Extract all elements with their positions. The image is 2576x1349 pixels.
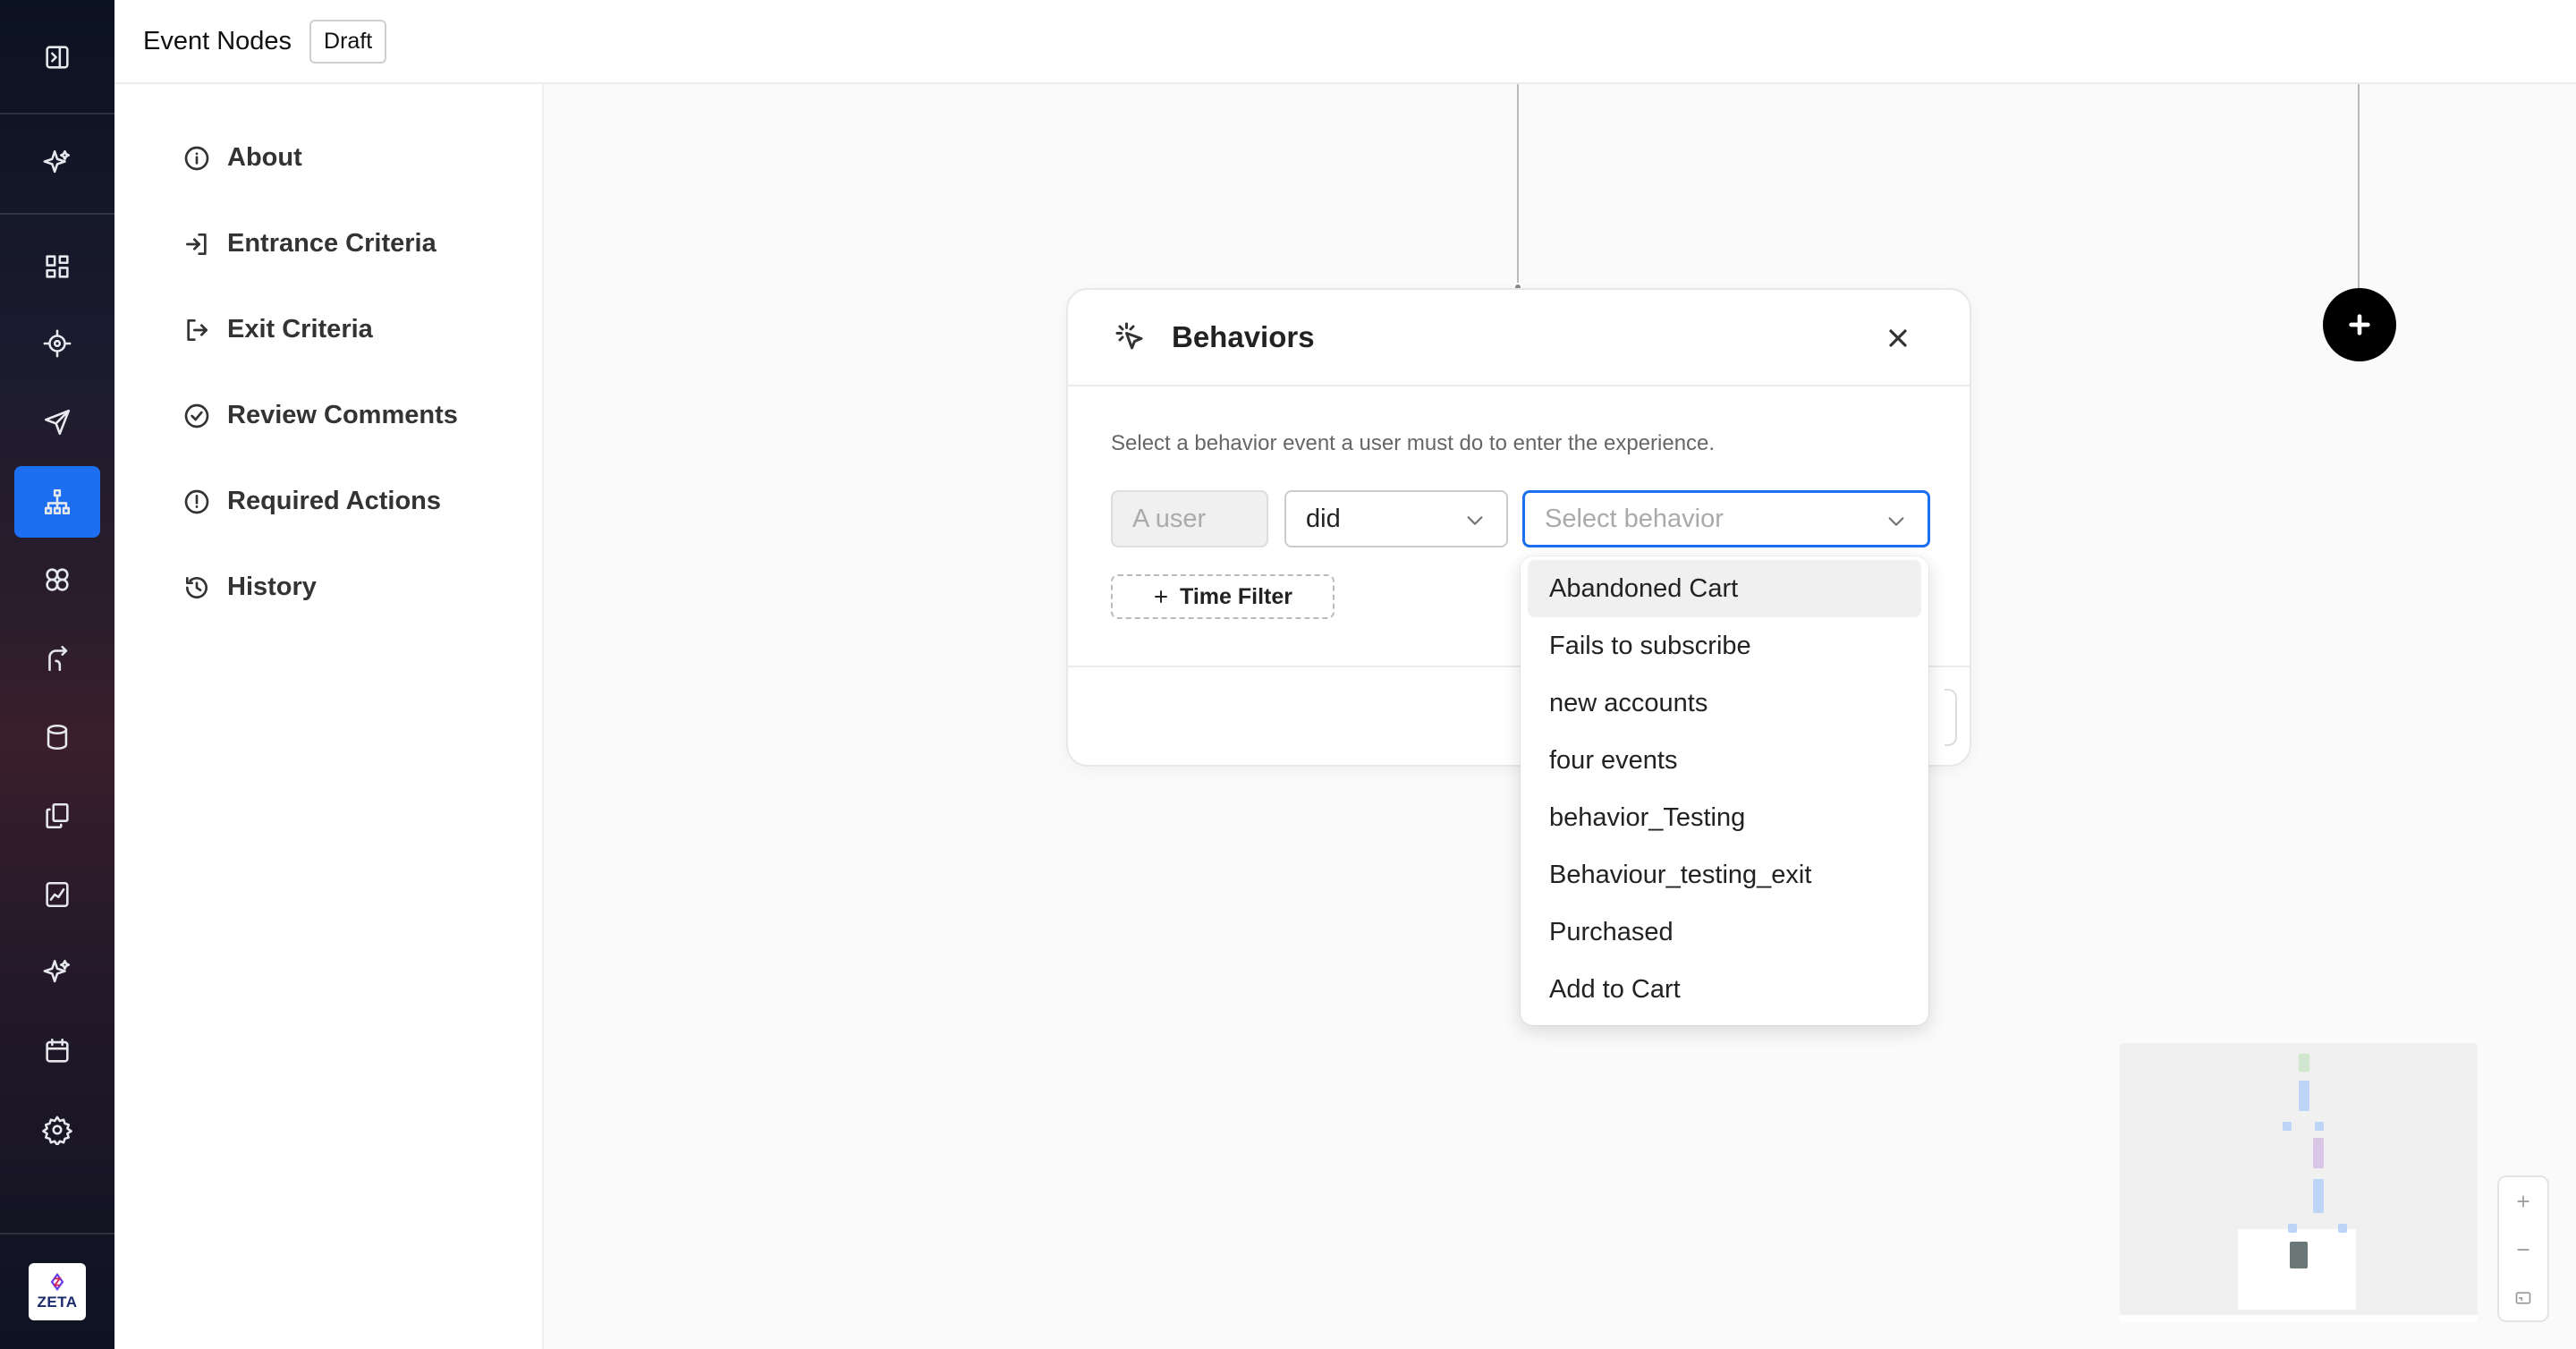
add-node-button[interactable] (2323, 288, 2396, 361)
panel-title: Behaviors (1172, 320, 1315, 353)
minimap-node (2288, 1224, 2297, 1233)
zeta-mark-icon (50, 1272, 64, 1292)
chevron-down-icon (1888, 517, 1904, 526)
gear-icon[interactable] (14, 1094, 100, 1166)
nav-item-review-comments[interactable]: Review Comments (182, 401, 458, 430)
nav-item-about[interactable]: About (182, 143, 302, 173)
close-icon (1889, 329, 1907, 347)
dropdown-option[interactable]: four events (1528, 732, 1921, 789)
logo-text: ZETA (37, 1294, 78, 1311)
minimap-node (2299, 1081, 2309, 1111)
time-filter-label: Time Filter (1180, 583, 1292, 609)
target-icon[interactable] (14, 308, 100, 379)
plus-icon (2349, 314, 2370, 335)
minimap[interactable] (2120, 1043, 2478, 1322)
page-title: Event Nodes (143, 26, 292, 55)
connector-line (1517, 84, 1519, 286)
top-bar: Event Nodes Draft (114, 0, 2576, 84)
subject-input: A user (1111, 490, 1268, 547)
chevron-down-icon (1467, 516, 1483, 525)
minimap-scrollbar (2120, 1315, 2478, 1322)
copy-stack-icon[interactable] (14, 780, 100, 852)
verb-select[interactable]: did (1284, 490, 1508, 547)
minimap-node (2338, 1224, 2347, 1233)
nav-item-label: Entrance Criteria (227, 229, 436, 258)
send-icon[interactable] (14, 386, 100, 458)
connector-line (2358, 84, 2360, 288)
fit-view-button[interactable] (2499, 1274, 2547, 1322)
database-icon[interactable] (14, 701, 100, 773)
close-button[interactable] (1884, 324, 1912, 352)
dropdown-option[interactable]: Behaviour_testing_exit (1528, 846, 1921, 904)
dropdown-option[interactable]: new accounts (1528, 674, 1921, 732)
minimap-node (2299, 1054, 2309, 1072)
minimap-node (2313, 1179, 2324, 1213)
route-icon[interactable] (14, 623, 100, 694)
nav-item-entrance-criteria[interactable]: Entrance Criteria (182, 229, 436, 259)
minimap-node (2283, 1122, 2292, 1131)
nav-item-label: History (227, 573, 317, 601)
info-icon (184, 146, 209, 170)
minimap-node (2290, 1242, 2308, 1268)
nav-item-label: Required Actions (227, 487, 442, 515)
dropdown-option[interactable]: behavior_Testing (1528, 789, 1921, 846)
plus-icon (2517, 1195, 2529, 1208)
calendar-icon[interactable] (14, 1015, 100, 1087)
zeta-logo: ZETA (29, 1263, 86, 1320)
sparkle-icon[interactable] (14, 937, 100, 1008)
dropdown-option[interactable]: Add to Cart (1528, 961, 1921, 1018)
behavior-dropdown: Abandoned Cart Fails to subscribe new ac… (1521, 556, 1928, 1025)
minus-icon (2517, 1249, 2529, 1251)
circles-icon[interactable] (14, 544, 100, 615)
panel-header: Behaviors (1068, 290, 1970, 386)
dropdown-option[interactable]: Fails to subscribe (1528, 617, 1921, 674)
dropdown-option[interactable]: Purchased (1528, 904, 1921, 961)
cursor-click-icon (1115, 322, 1143, 350)
collapse-sidebar-icon[interactable] (14, 21, 100, 93)
sign-out-icon (187, 318, 208, 341)
nav-item-label: Exit Criteria (227, 315, 373, 344)
chart-file-icon[interactable] (14, 859, 100, 930)
behavior-select[interactable]: Select behavior (1522, 490, 1930, 547)
nav-item-exit-criteria[interactable]: Exit Criteria (182, 315, 373, 344)
nav-item-history[interactable]: History (182, 573, 317, 602)
zoom-out-button[interactable] (2499, 1226, 2547, 1274)
minimap-node (2313, 1138, 2324, 1168)
behavior-select-placeholder: Select behavior (1545, 504, 1724, 533)
nav-item-label: Review Comments (227, 401, 458, 429)
footer-button[interactable] (1945, 689, 1957, 746)
nav-item-required-actions[interactable]: Required Actions (182, 487, 441, 516)
status-badge: Draft (309, 19, 387, 64)
dropdown-option[interactable]: Abandoned Cart (1528, 560, 1921, 617)
side-nav: About Entrance Criteria Exit Criteria Re… (114, 84, 544, 1349)
panel-description: Select a behavior event a user must do t… (1111, 431, 1716, 455)
nav-item-label: About (227, 143, 302, 172)
zoom-in-button[interactable] (2499, 1177, 2547, 1226)
fit-view-icon (2515, 1292, 2531, 1304)
verb-select-value: did (1306, 504, 1341, 533)
sign-in-icon (186, 233, 207, 255)
time-filter-button[interactable]: Time Filter (1111, 574, 1335, 619)
dashboard-grid-icon[interactable] (14, 231, 100, 302)
plus-icon (1155, 590, 1167, 603)
minimap-node (2315, 1122, 2324, 1131)
check-circle-icon (184, 403, 209, 428)
history-icon (186, 576, 208, 598)
sparkle-icon[interactable] (14, 127, 100, 199)
org-chart-icon[interactable] (14, 466, 100, 538)
alert-circle-icon (184, 489, 209, 513)
app-rail: ZETA (0, 0, 114, 1349)
zoom-controls (2497, 1175, 2549, 1322)
